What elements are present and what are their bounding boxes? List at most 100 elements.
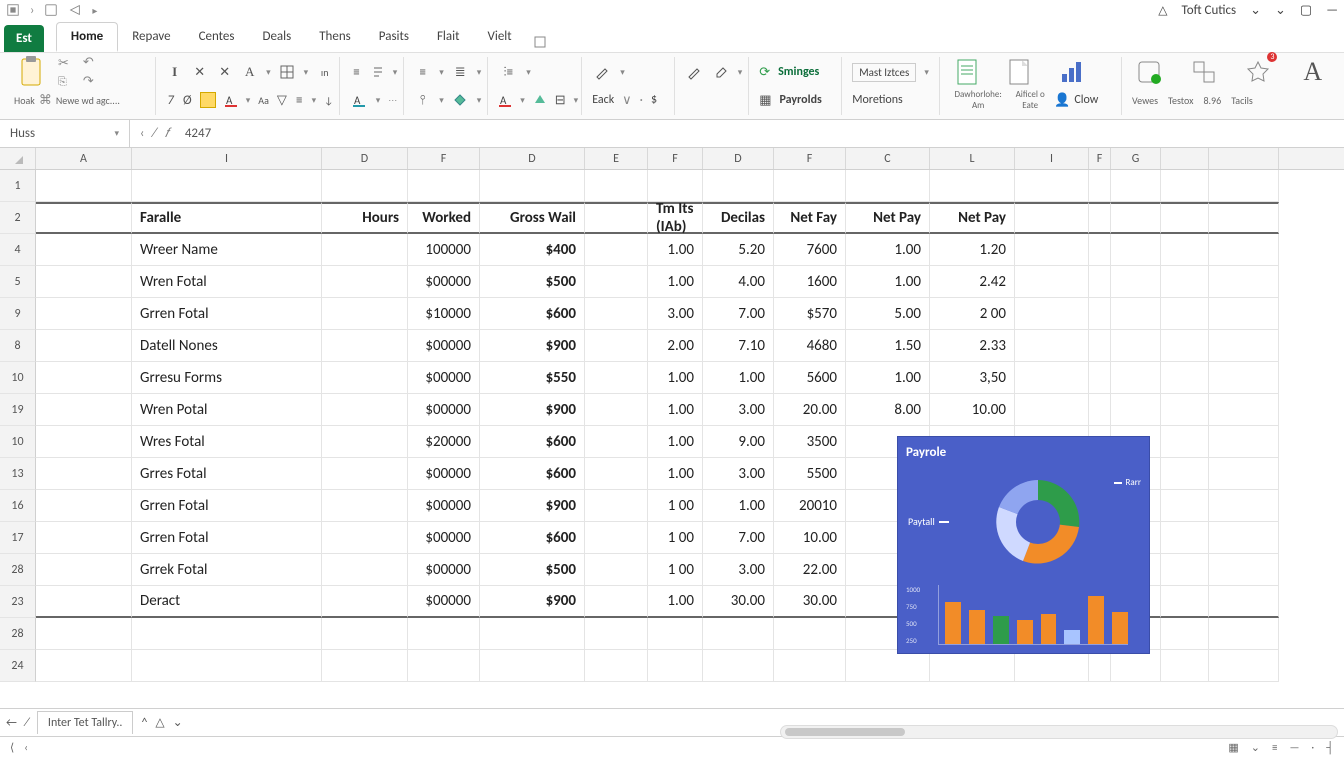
cell[interactable]: 7.00 <box>703 522 774 554</box>
shape-fill-icon[interactable] <box>533 90 547 110</box>
cell[interactable]: $00000 <box>408 586 480 618</box>
cell[interactable] <box>322 298 408 330</box>
cell[interactable] <box>1015 234 1089 266</box>
cell[interactable] <box>322 362 408 394</box>
cell[interactable]: $500 <box>480 266 585 298</box>
row-header[interactable]: 4 <box>0 234 36 266</box>
cell[interactable] <box>846 650 930 682</box>
cell[interactable]: 1.50 <box>846 330 930 362</box>
fill-drop-icon[interactable]: ▾ <box>477 95 482 106</box>
spreadsheet-grid[interactable]: A I D F D E F D F C L I F G 12FaralleHou… <box>0 148 1344 708</box>
table-icon[interactable]: ▦ <box>759 93 771 108</box>
sminges-button[interactable]: Sminges <box>778 65 819 79</box>
cell[interactable]: Net Pay <box>930 202 1015 234</box>
cell[interactable]: 1.00 <box>648 234 703 266</box>
cell[interactable]: $20000 <box>408 426 480 458</box>
cell[interactable] <box>1209 426 1279 458</box>
cell[interactable] <box>1111 330 1161 362</box>
cell[interactable]: 5600 <box>774 362 846 394</box>
col-header[interactable] <box>1209 148 1279 169</box>
cell[interactable] <box>585 394 648 426</box>
cell[interactable]: 7.10 <box>703 330 774 362</box>
tacils-label[interactable]: Tacils <box>1231 94 1253 107</box>
border-button[interactable] <box>279 62 296 82</box>
cell[interactable]: $600 <box>480 522 585 554</box>
cell[interactable]: 10.00 <box>930 394 1015 426</box>
ribbon-opts-icon[interactable]: ⌄ <box>1275 3 1286 18</box>
user-chevron-icon[interactable]: ⌄ <box>1250 3 1261 18</box>
cell[interactable] <box>585 426 648 458</box>
cell[interactable] <box>1089 202 1111 234</box>
cell[interactable]: $570 <box>774 298 846 330</box>
cell[interactable] <box>1161 394 1209 426</box>
cell[interactable] <box>1111 202 1161 234</box>
cell[interactable]: 1.00 <box>846 266 930 298</box>
cell[interactable]: Wren Potal <box>132 394 322 426</box>
fx-cancel-icon[interactable]: ‹ <box>140 126 144 141</box>
cell[interactable] <box>585 330 648 362</box>
cell[interactable] <box>1015 330 1089 362</box>
cell[interactable]: $900 <box>480 330 585 362</box>
cell[interactable] <box>36 522 132 554</box>
cell[interactable]: $900 <box>480 586 585 618</box>
mg-drop-icon[interactable]: ▾ <box>574 95 579 106</box>
sheet-first-icon[interactable]: ← <box>6 716 17 730</box>
cell[interactable] <box>1209 618 1279 650</box>
status-left-icon[interactable]: ⟨ <box>10 741 14 754</box>
cell[interactable]: Tm Its (IAb) <box>648 202 703 234</box>
zoom-in-icon[interactable]: ┤ <box>1326 741 1334 754</box>
col-header[interactable]: C <box>846 148 930 169</box>
cell[interactable]: $900 <box>480 394 585 426</box>
cell[interactable] <box>1161 618 1209 650</box>
cell[interactable]: Hours <box>322 202 408 234</box>
col-header[interactable]: F <box>648 148 703 169</box>
al-drop-icon[interactable]: ▾ <box>393 67 398 78</box>
cell[interactable] <box>1209 458 1279 490</box>
redo-icon[interactable]: › <box>30 3 34 18</box>
sheet-up-icon[interactable]: ^ <box>141 716 147 730</box>
cell[interactable] <box>322 394 408 426</box>
cell[interactable]: 3.00 <box>648 298 703 330</box>
font-big-icon[interactable]: A <box>1295 54 1330 90</box>
cell[interactable] <box>1209 650 1279 682</box>
cell[interactable]: Grrek Fotal <box>132 554 322 586</box>
cell[interactable]: Grren Fotal <box>132 298 322 330</box>
cell[interactable]: $400 <box>480 234 585 266</box>
view-normal-icon[interactable]: ▦ <box>1228 741 1238 754</box>
cut-icon[interactable]: ✂ <box>58 56 69 71</box>
row-header[interactable]: 28 <box>0 554 36 586</box>
cell[interactable]: 1.00 <box>648 426 703 458</box>
cell[interactable] <box>36 554 132 586</box>
cell[interactable]: Net Fay <box>774 202 846 234</box>
fa2-drop-icon[interactable]: ▾ <box>520 95 525 106</box>
row-header[interactable]: 1 <box>0 170 36 202</box>
cell[interactable]: 10.00 <box>774 522 846 554</box>
cell[interactable] <box>585 170 648 202</box>
cell[interactable]: Grren Fotal <box>132 522 322 554</box>
cell[interactable]: Grren Fotal <box>132 490 322 522</box>
name-box[interactable]: Huss ▾ <box>0 120 130 147</box>
row-header[interactable]: 2 <box>0 202 36 234</box>
view-layout-icon[interactable]: ≡ <box>1272 741 1277 754</box>
cell[interactable] <box>930 650 1015 682</box>
align-a-icon[interactable]: A <box>350 90 367 110</box>
cell[interactable] <box>1209 554 1279 586</box>
addin3-icon[interactable]: 3 <box>1241 54 1276 90</box>
cell[interactable] <box>846 170 930 202</box>
cell[interactable] <box>1089 170 1111 202</box>
cell[interactable] <box>480 618 585 650</box>
view-drop-icon[interactable]: ⌄ <box>1251 741 1260 754</box>
cell[interactable] <box>1209 586 1279 618</box>
cell[interactable] <box>1209 362 1279 394</box>
cell[interactable]: Wreer Name <box>132 234 322 266</box>
bullet-list-icon[interactable]: ⫶≡ <box>498 62 518 82</box>
cell[interactable]: $600 <box>480 458 585 490</box>
cell[interactable]: 4680 <box>774 330 846 362</box>
cell[interactable] <box>585 458 648 490</box>
cell[interactable]: 7.00 <box>703 298 774 330</box>
cell[interactable] <box>36 650 132 682</box>
cell[interactable] <box>408 650 480 682</box>
cell[interactable] <box>1089 650 1111 682</box>
cell[interactable] <box>585 298 648 330</box>
cell[interactable]: $900 <box>480 490 585 522</box>
